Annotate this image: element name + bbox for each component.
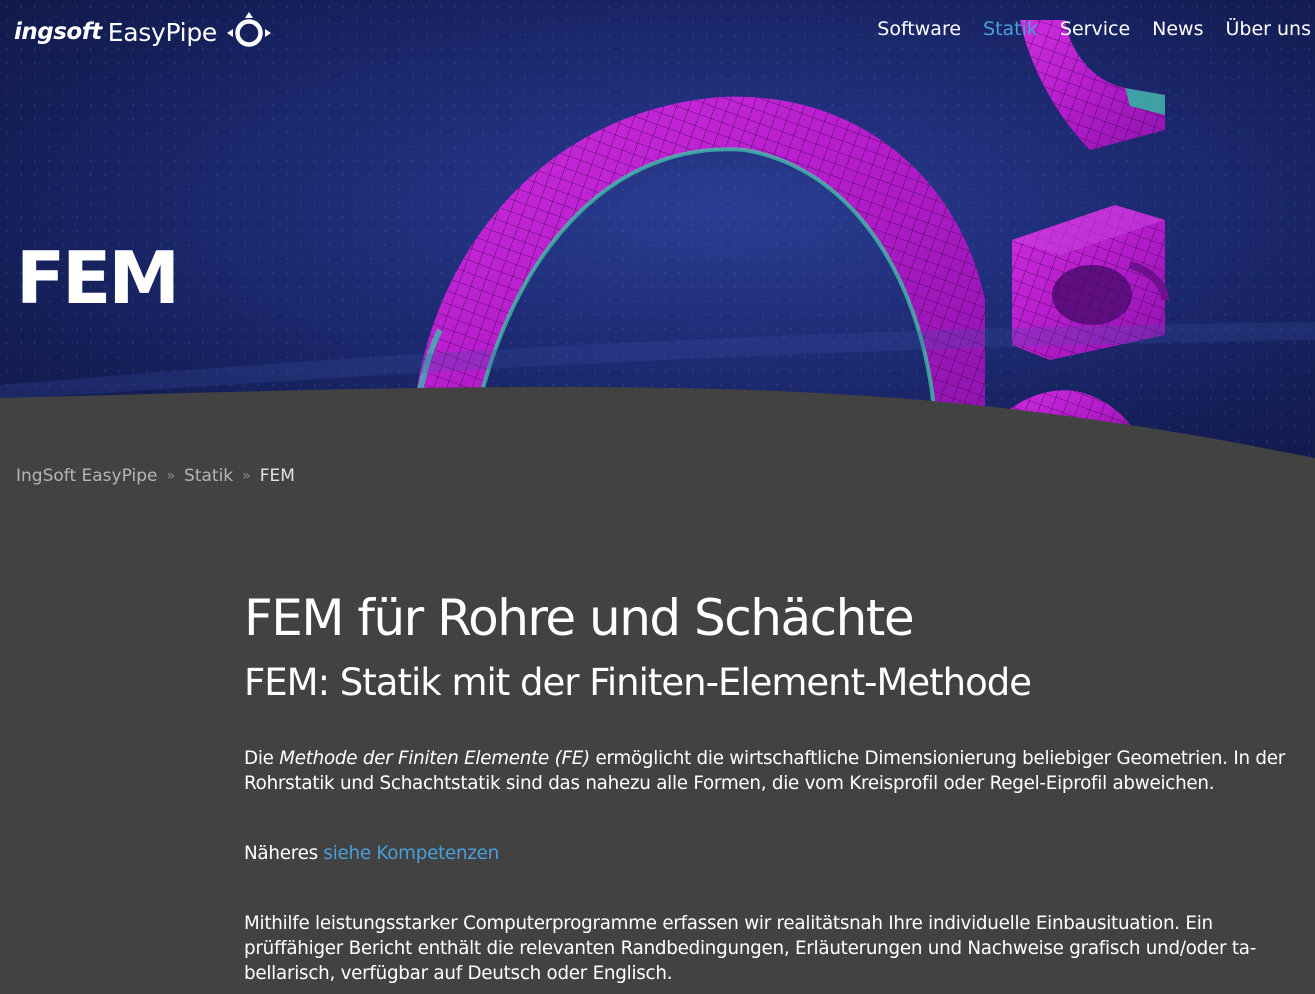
breadcrumb-link-statik[interactable]: Statik xyxy=(184,466,233,486)
breadcrumb-link-home[interactable]: IngSoft EasyPipe xyxy=(16,466,157,486)
breadcrumb-current: FEM xyxy=(259,466,295,486)
details-paragraph: Mithilfe leistungsstarker Computerprogra… xyxy=(244,911,1304,986)
hero-curve-divider xyxy=(0,386,1315,470)
intro-paragraph: Die Methode der Finiten Elemente (FE) er… xyxy=(244,746,1304,796)
intro-prefix: Die xyxy=(244,748,274,769)
main-content: FEM für Rohre und Schächte FEM: Statik m… xyxy=(244,589,1304,984)
breadcrumb-separator: » xyxy=(166,468,176,484)
page: ingsoft EasyPipe Software Statik Service… xyxy=(0,0,1315,994)
breadcrumb-separator: » xyxy=(242,468,251,484)
kompetenzen-link[interactable]: siehe Kompetenzen xyxy=(323,843,499,864)
details-line-1: Mithilfe leistungsstarker Computerprogra… xyxy=(244,913,1213,934)
more-info-paragraph: Näheres siehe Kompetenzen xyxy=(244,841,499,866)
breadcrumb: IngSoft EasyPipe » Statik » FEM xyxy=(16,466,295,486)
details-line-2: prüffähiger Bericht enthält die relevant… xyxy=(244,938,1257,959)
intro-emphasis: Methode der Finiten Elemente (FE) xyxy=(279,748,590,769)
page-title: FEM für Rohre und Schächte xyxy=(244,589,915,647)
page-subtitle: FEM: Statik mit der Finiten-Element-Meth… xyxy=(244,660,1032,704)
more-info-prefix: Näheres xyxy=(244,843,318,864)
details-line-3: bellarisch, verfügbar auf Deutsch oder E… xyxy=(244,963,673,984)
